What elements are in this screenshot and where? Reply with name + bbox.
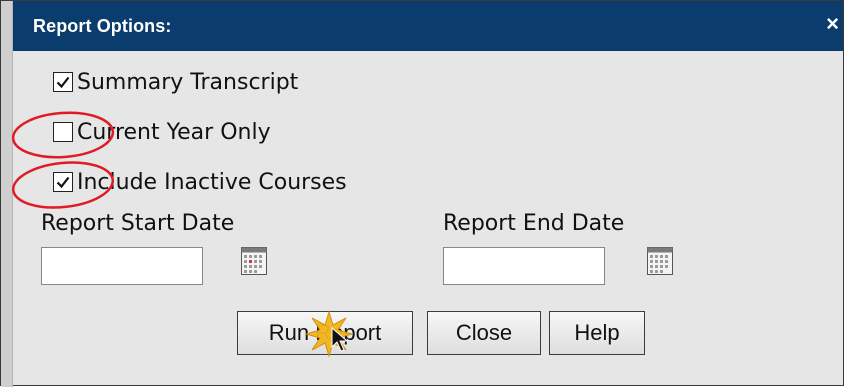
option-current-year-only[interactable]: Current Year Only [53, 117, 271, 147]
include-inactive-courses-checkbox[interactable] [53, 172, 73, 192]
checkmark-icon [56, 76, 70, 89]
report-end-date-label: Report End Date [443, 211, 625, 236]
calendar-icon[interactable] [241, 247, 267, 275]
dialog-title: Report Options: [33, 16, 172, 36]
summary-transcript-checkbox[interactable] [53, 72, 73, 92]
report-start-date-label: Report Start Date [41, 211, 235, 236]
option-summary-transcript[interactable]: Summary Transcript [53, 67, 298, 97]
calendar-icon[interactable] [647, 247, 673, 275]
dialog-titlebar: Report Options: × [13, 1, 843, 51]
include-inactive-courses-label: Include Inactive Courses [77, 169, 347, 195]
option-include-inactive-courses[interactable]: Include Inactive Courses [53, 167, 347, 197]
run-report-button[interactable]: Run Report [237, 311, 413, 355]
report-options-dialog: Report Options: × Summary Transcript Cur… [0, 0, 844, 387]
close-button[interactable]: Close [427, 311, 541, 355]
dialog-left-border [1, 1, 13, 387]
checkmark-icon [56, 176, 70, 189]
current-year-only-checkbox[interactable] [53, 122, 73, 142]
report-end-date-input[interactable] [443, 247, 605, 285]
close-icon[interactable]: × [826, 13, 839, 35]
help-button[interactable]: Help [549, 311, 645, 355]
summary-transcript-label: Summary Transcript [77, 69, 299, 95]
report-start-date-input[interactable] [41, 247, 203, 285]
current-year-only-label: Current Year Only [77, 119, 271, 145]
